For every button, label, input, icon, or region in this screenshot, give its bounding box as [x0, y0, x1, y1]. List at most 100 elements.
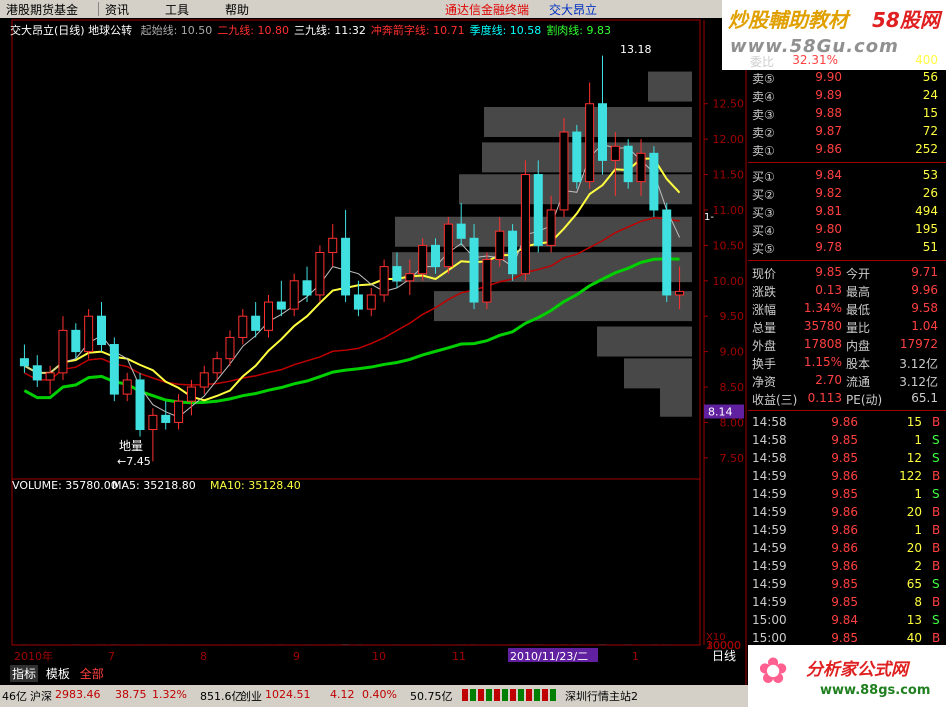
candle-body — [84, 315, 94, 353]
quote-cell: 9.90 — [815, 70, 842, 84]
quote-cell: 8 — [914, 595, 922, 609]
candle-body — [546, 209, 556, 246]
legend-item: 二九线: 10.80 — [217, 24, 289, 37]
candle-body — [58, 329, 68, 374]
quote-cell: 252 — [915, 142, 938, 156]
site-url: www.88gs.com — [820, 683, 931, 698]
price-tick-label: 10.00 — [713, 275, 745, 288]
candle-body — [366, 294, 376, 310]
quote-cell: 1 — [914, 487, 922, 501]
quote-cell: 14:59 — [752, 541, 787, 555]
candle-body — [97, 315, 106, 346]
quote-cell: 56 — [922, 70, 938, 84]
volume-ma5: MA5: 35218.80 — [112, 479, 196, 492]
volume-profile-bar — [624, 358, 692, 389]
quote-cell: 17808 — [803, 337, 842, 351]
quote-cell: S — [932, 487, 940, 501]
legend-item: 冲奔箭字线: 10.71 — [370, 24, 465, 37]
status-index-pct: 1.32% — [152, 688, 187, 701]
status-gem-name: 创业 — [240, 690, 262, 703]
low-label-annotation: 地量 — [119, 439, 143, 453]
candle-body — [302, 280, 312, 296]
quote-cell: 494 — [915, 204, 938, 218]
tab-template[interactable]: 模板 — [44, 665, 72, 682]
quote-cell: 14:58 — [752, 415, 787, 429]
candle-body — [289, 280, 299, 310]
candle-body — [45, 372, 55, 381]
candle-body — [456, 223, 466, 239]
quote-cell: 最低 — [846, 303, 871, 317]
quote-cell: 2 — [914, 559, 922, 573]
tab-indicator[interactable]: 指标 — [10, 665, 39, 682]
stat-row: 涨幅 1.34% 最低 9.58 — [748, 301, 946, 319]
x-axis-label: 8 — [200, 650, 207, 663]
stat-row: 换手 1.15% 股本 3.12亿 — [748, 355, 946, 373]
tab-all[interactable]: 全部 — [78, 665, 106, 682]
quote-cell: 40 — [906, 631, 922, 645]
status-gem-amount: 50.75亿 — [410, 690, 453, 703]
stat-row: 涨跌 0.13 最高 9.96 — [748, 283, 946, 301]
quote-cell: 14:58 — [752, 433, 787, 447]
sell-row: 卖③ 9.88 15 — [748, 106, 946, 124]
quote-cell: S — [932, 451, 940, 465]
candle-body — [495, 230, 505, 261]
quote-cell: 9.78 — [815, 240, 842, 254]
candle-body — [276, 301, 286, 310]
flower-icon: ✿ — [758, 651, 789, 692]
right-marker: 1- — [704, 212, 714, 223]
quote-cell: 今开 — [846, 267, 871, 281]
candle-body — [623, 145, 633, 183]
candle-body — [174, 400, 184, 423]
legend-item: 割肉线: 9.83 — [546, 24, 612, 37]
quote-cell: 1.34% — [803, 301, 842, 315]
quote-cell: 最高 — [846, 285, 871, 299]
quote-cell: 14:58 — [752, 451, 787, 465]
price-tick-label: 7.50 — [720, 452, 745, 465]
quote-cell: 32.31% — [792, 53, 838, 67]
tick-row: 14:58 9.85 12 S — [748, 451, 946, 469]
quote-cell: 72 — [922, 124, 938, 138]
quote-cell: 9.89 — [815, 88, 842, 102]
quote-cell: 3.12亿 — [899, 357, 938, 371]
candle-body — [443, 223, 453, 268]
quote-cell: 15 — [906, 415, 922, 429]
price-tick-label: 8.50 — [720, 381, 745, 394]
low-annotation: ←7.45 — [117, 455, 151, 468]
candle-body — [32, 365, 42, 381]
indicator-legend: 交大昂立(日线) 地球公转 起始线: 10.50 二九线: 10.80 三九线: 1… — [10, 22, 616, 38]
quote-cell: B — [932, 505, 941, 519]
quote-panel: 委比 32.31% 400 卖⑤ 9.90 56 卖④ 9.89 24 卖③ 9.88 15 卖② 9.8… — [748, 53, 946, 645]
x-axis-label: 1 — [632, 650, 639, 663]
status-server[interactable]: 深圳行情主站2 — [565, 688, 638, 704]
status-gem-change: 4.12 — [330, 688, 355, 701]
quote-cell: 14:59 — [752, 487, 787, 501]
status-gem-pct: 0.40% — [362, 688, 397, 701]
quote-cell: 24 — [922, 88, 938, 102]
current-price-tag-label: 8.14 — [708, 406, 733, 419]
candle-body — [572, 131, 582, 183]
volume-ma10: MA10: 35128.40 — [210, 479, 301, 492]
quote-cell: 17972 — [899, 337, 938, 351]
sell-row: 卖① 9.86 252 — [748, 142, 946, 160]
candle-body — [264, 301, 273, 331]
quote-cell: 53 — [922, 168, 938, 182]
candle-body — [71, 329, 81, 353]
site-logo: ✿ 分析家公式网 www.88gs.com — [748, 645, 946, 707]
tick-row: 14:59 9.85 8 B — [748, 595, 946, 613]
candle-body — [109, 344, 119, 395]
price-tick-label: 11.50 — [713, 169, 745, 182]
buy-row: 买① 9.84 53 — [748, 168, 946, 186]
quote-cell: B — [932, 631, 941, 645]
quote-cell: 9.86 — [831, 541, 858, 555]
quote-cell: 9.85 — [831, 451, 858, 465]
candle-body — [520, 174, 530, 275]
sell-row: 卖② 9.87 72 — [748, 124, 946, 142]
quote-cell: 15:00 — [752, 613, 787, 627]
price-tick-label: 9.50 — [720, 310, 745, 323]
x-axis-label: 9 — [293, 650, 300, 663]
quote-cell: 1.15% — [803, 355, 842, 369]
tick-row: 14:59 9.86 122 B — [748, 469, 946, 487]
quote-cell: 195 — [915, 222, 938, 236]
quote-cell: 14:59 — [752, 577, 787, 591]
quote-cell: B — [932, 541, 941, 555]
